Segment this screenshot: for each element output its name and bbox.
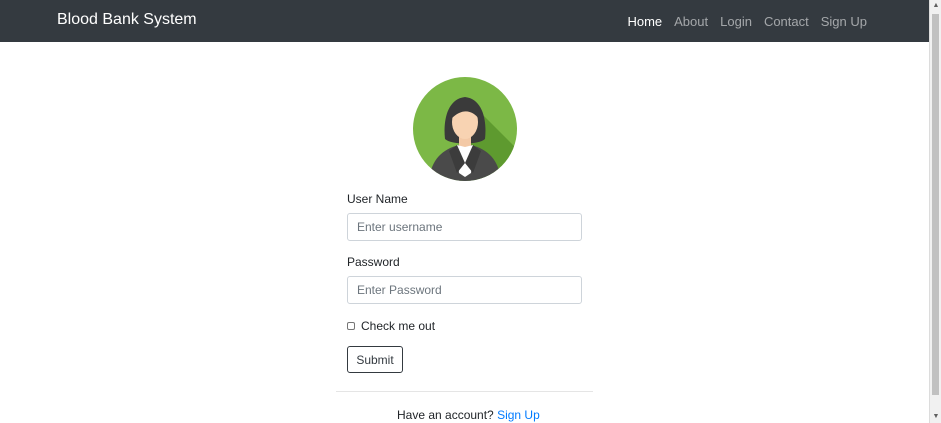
form-divider xyxy=(336,391,593,392)
signup-prompt: Have an account? Sign Up xyxy=(397,408,540,422)
remember-row: Check me out xyxy=(347,318,435,334)
username-input[interactable] xyxy=(347,213,582,241)
remember-label[interactable]: Check me out xyxy=(361,319,435,333)
vertical-scrollbar[interactable]: ▲ ▼ xyxy=(929,0,941,423)
user-avatar-icon xyxy=(413,77,517,181)
remember-checkbox[interactable] xyxy=(347,322,355,330)
navbar-brand[interactable]: Blood Bank System xyxy=(57,11,197,29)
nav-links: Home About Login Contact Sign Up xyxy=(627,14,867,29)
nav-link-contact[interactable]: Contact xyxy=(764,14,809,29)
submit-button[interactable]: Submit xyxy=(347,346,403,373)
nav-link-login[interactable]: Login xyxy=(720,14,752,29)
top-navbar: Blood Bank System Home About Login Conta… xyxy=(0,0,929,42)
nav-link-home[interactable]: Home xyxy=(627,14,662,29)
nav-link-about[interactable]: About xyxy=(674,14,708,29)
username-label: User Name xyxy=(347,192,408,206)
signup-link[interactable]: Sign Up xyxy=(497,408,540,422)
scroll-up-icon[interactable]: ▲ xyxy=(930,0,941,12)
scroll-down-icon[interactable]: ▼ xyxy=(930,411,941,423)
password-label: Password xyxy=(347,255,400,269)
nav-link-signup[interactable]: Sign Up xyxy=(821,14,867,29)
scrollbar-thumb[interactable] xyxy=(932,14,939,395)
password-input[interactable] xyxy=(347,276,582,304)
signup-prompt-text: Have an account? xyxy=(397,408,494,422)
